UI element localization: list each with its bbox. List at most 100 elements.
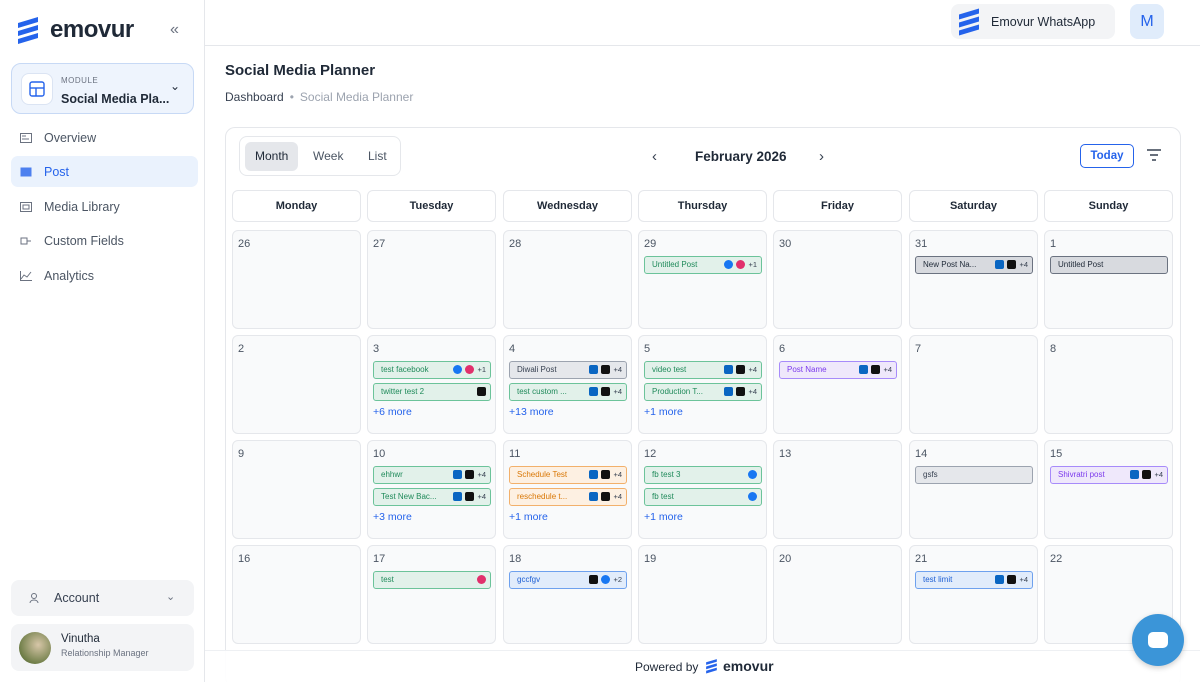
post-event[interactable]: test facebook +1 [373, 361, 491, 379]
chevron-left-icon[interactable]: ‹ [652, 148, 657, 165]
post-event[interactable]: fb test 3 [644, 466, 762, 484]
calendar-day-cell[interactable]: 10 ehhwr +4 Test New Bac... +4 +3 more [367, 440, 496, 539]
linkedin-icon [453, 470, 463, 479]
calendar-day-cell[interactable]: 15 Shivratri post +4 [1044, 440, 1173, 539]
calendar-day-cell[interactable]: 5 video test +4 Production T... +4 +1 more [638, 335, 767, 434]
facebook-icon [601, 575, 611, 584]
calendar-day-cell[interactable]: 30 [773, 230, 902, 329]
platform-icons: +1 [724, 260, 757, 269]
calendar-day-cell[interactable]: 1 Untitled Post [1044, 230, 1173, 329]
post-event[interactable]: video test +4 [644, 361, 762, 379]
account-menu[interactable]: Account ⌄ [11, 580, 194, 616]
collapse-sidebar-icon[interactable]: « [170, 21, 179, 39]
weekday-header: Sunday [1044, 190, 1173, 222]
post-event[interactable]: Post Name +4 [779, 361, 897, 379]
calendar-day-cell[interactable]: 11 Schedule Test +4 reschedule t... +4 +1 mor… [503, 440, 632, 539]
analytics-icon [20, 270, 32, 281]
brand-logo[interactable]: emovur [16, 15, 134, 45]
post-event[interactable]: test custom ... +4 [509, 383, 627, 401]
whatsapp-button[interactable]: Emovur WhatsApp [951, 4, 1115, 39]
today-button[interactable]: Today [1080, 144, 1134, 168]
module-icon [21, 73, 53, 105]
tab-list[interactable]: List [358, 142, 397, 171]
calendar-day-cell[interactable]: 7 [909, 335, 1038, 434]
sidebar-item-analytics[interactable]: Analytics [11, 260, 198, 291]
platform-icons: +4 [995, 260, 1028, 269]
more-events-link[interactable]: +1 more [509, 511, 548, 523]
breadcrumb-root[interactable]: Dashboard [225, 90, 284, 104]
post-event[interactable]: fb test [644, 488, 762, 506]
post-event[interactable]: twitter test 2 [373, 383, 491, 401]
emovur-logo-icon [706, 659, 717, 674]
post-event[interactable]: Shivratri post +4 [1050, 466, 1168, 484]
brand-name: emovur [50, 16, 134, 43]
sidebar-item-label: Analytics [44, 268, 95, 283]
platform-icons: +4 [589, 365, 622, 374]
user-profile[interactable]: Vinutha Relationship Manager [11, 624, 194, 671]
sidebar-item-label: Overview [44, 130, 97, 145]
platform-icons: +4 [589, 492, 622, 501]
filter-icon[interactable] [1146, 148, 1162, 162]
calendar-day-cell[interactable]: 4 Diwali Post +4 test custom ... +4 +13 more [503, 335, 632, 434]
sidebar-item-media-library[interactable]: Media Library [11, 191, 198, 222]
calendar-day-cell[interactable]: 26 [232, 230, 361, 329]
calendar-day-cell[interactable]: 21 test limit +4 [909, 545, 1038, 644]
x-icon [465, 470, 475, 479]
platform-icons [477, 575, 486, 584]
day-number: 5 [644, 343, 651, 355]
calendar-day-cell[interactable]: 28 [503, 230, 632, 329]
sidebar-item-custom-fields[interactable]: Custom Fields [11, 225, 198, 256]
calendar-day-cell[interactable]: 8 [1044, 335, 1173, 434]
post-event[interactable]: Test New Bac... +4 [373, 488, 491, 506]
post-event[interactable]: ehhwr +4 [373, 466, 491, 484]
sidebar-item-overview[interactable]: Overview [11, 122, 198, 153]
post-event[interactable]: New Post Na... +4 [915, 256, 1033, 274]
extra-platforms-count: +2 [613, 575, 622, 584]
day-number: 10 [373, 448, 386, 460]
calendar-day-cell[interactable]: 12 fb test 3 fb test +1 more [638, 440, 767, 539]
post-event-title: test limit [923, 575, 953, 584]
calendar-day-cell[interactable]: 20 [773, 545, 902, 644]
post-event[interactable]: reschedule t... +4 [509, 488, 627, 506]
chat-button[interactable] [1132, 614, 1184, 666]
calendar-day-cell[interactable]: 29 Untitled Post +1 [638, 230, 767, 329]
post-event[interactable]: test limit +4 [915, 571, 1033, 589]
post-event[interactable]: Diwali Post +4 [509, 361, 627, 379]
calendar-day-cell[interactable]: 13 [773, 440, 902, 539]
more-events-link[interactable]: +1 more [644, 511, 683, 523]
month-navigation: ‹ February 2026 › [649, 148, 839, 168]
post-event[interactable]: gccfgv +2 [509, 571, 627, 589]
calendar-day-cell[interactable]: 14 gsfs [909, 440, 1038, 539]
chevron-down-icon: ⌄ [170, 79, 181, 93]
post-event[interactable]: Schedule Test +4 [509, 466, 627, 484]
post-event[interactable]: Untitled Post [1050, 256, 1168, 274]
tab-week[interactable]: Week [303, 142, 353, 171]
calendar-day-cell[interactable]: 18 gccfgv +2 [503, 545, 632, 644]
more-events-link[interactable]: +6 more [373, 406, 412, 418]
calendar-day-cell[interactable]: 6 Post Name +4 [773, 335, 902, 434]
post-event[interactable]: Production T... +4 [644, 383, 762, 401]
day-number: 22 [1050, 553, 1063, 565]
linkedin-icon [995, 260, 1005, 269]
calendar-day-cell[interactable]: 31 New Post Na... +4 [909, 230, 1038, 329]
calendar-day-cell[interactable]: 19 [638, 545, 767, 644]
calendar-day-cell[interactable]: 3 test facebook +1 twitter test 2 +6 more [367, 335, 496, 434]
post-event[interactable]: test [373, 571, 491, 589]
calendar-day-cell[interactable]: 16 [232, 545, 361, 644]
calendar-day-cell[interactable]: 2 [232, 335, 361, 434]
user-avatar-button[interactable]: M [1130, 4, 1164, 39]
more-events-link[interactable]: +1 more [644, 406, 683, 418]
calendar-day-cell[interactable]: 27 [367, 230, 496, 329]
sidebar-item-post[interactable]: Post [11, 156, 198, 187]
post-event[interactable]: Untitled Post +1 [644, 256, 762, 274]
module-selector[interactable]: MODULE Social Media Pla... ⌄ [11, 63, 194, 114]
calendar-day-cell[interactable]: 17 test [367, 545, 496, 644]
day-number: 15 [1050, 448, 1063, 460]
linkedin-icon [1130, 470, 1140, 479]
more-events-link[interactable]: +13 more [509, 406, 554, 418]
more-events-link[interactable]: +3 more [373, 511, 412, 523]
post-event[interactable]: gsfs [915, 466, 1033, 484]
chevron-right-icon[interactable]: › [819, 148, 824, 165]
tab-month[interactable]: Month [245, 142, 299, 171]
calendar-day-cell[interactable]: 9 [232, 440, 361, 539]
